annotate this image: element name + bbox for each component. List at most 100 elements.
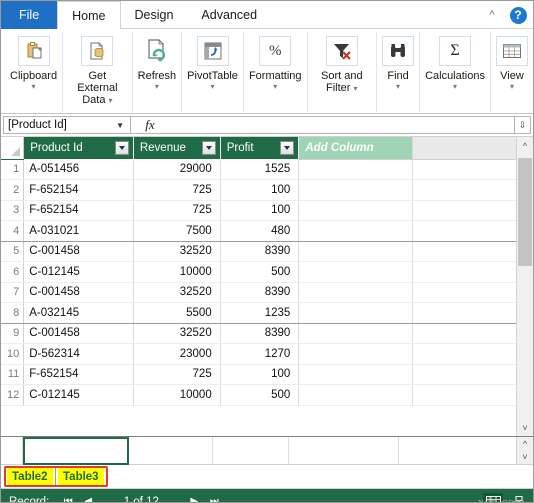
cell-profit[interactable]: 480 xyxy=(220,220,300,242)
cell-profit[interactable]: 8390 xyxy=(220,241,300,262)
ribbon-group-formatting[interactable]: % Formatting ▾ xyxy=(244,32,308,112)
nav-prev-icon[interactable]: ◀ xyxy=(78,491,98,502)
chevron-down-icon[interactable]: ▾ xyxy=(211,83,215,91)
sheet-tab-table2[interactable]: Table2 xyxy=(7,468,53,485)
cell-product-id[interactable]: D-562314 xyxy=(23,343,134,365)
table-row[interactable]: 12 C-012145 10000 500 xyxy=(1,384,516,406)
cell-revenue[interactable]: 10000 xyxy=(133,261,221,283)
ribbon-group-get-external-data[interactable]: Get External Data ▾ xyxy=(63,32,133,112)
table-row[interactable]: 11 F-652154 725 100 xyxy=(1,364,516,385)
cell-profit[interactable]: 8390 xyxy=(220,282,300,303)
nav-first-icon[interactable]: ⏮ xyxy=(58,491,78,502)
chevron-down-icon[interactable]: ▾ xyxy=(510,83,514,91)
column-header-product-id[interactable]: Product Id xyxy=(23,137,134,159)
cell-profit[interactable]: 8390 xyxy=(220,323,300,344)
table-row[interactable]: 4 A-031021 7500 480 xyxy=(1,220,516,242)
ribbon-group-clipboard[interactable]: Clipboard ▾ xyxy=(5,32,64,112)
chevron-down-icon[interactable]: ▾ xyxy=(273,83,277,91)
new-row-cell-profit[interactable] xyxy=(213,437,289,465)
tab-file[interactable]: File xyxy=(1,1,58,29)
grid-vertical-scrollbar[interactable]: ^ ˅ xyxy=(516,137,533,436)
grid-view-icon[interactable] xyxy=(483,493,503,502)
tab-design[interactable]: Design xyxy=(121,1,188,29)
filter-dropdown-icon[interactable] xyxy=(280,141,295,155)
new-row-cell-add-column[interactable] xyxy=(289,437,399,465)
table-row[interactable]: 8 A-032145 5500 1235 xyxy=(1,302,516,324)
cell-add-column[interactable] xyxy=(298,323,414,344)
filter-dropdown-icon[interactable] xyxy=(114,141,129,155)
active-cell[interactable] xyxy=(23,437,129,465)
ribbon-group-find[interactable]: Find ▾ xyxy=(377,32,421,112)
chevron-down-icon[interactable]: ▾ xyxy=(32,83,36,91)
cell-profit[interactable]: 100 xyxy=(220,200,300,221)
cell-profit[interactable]: 1525 xyxy=(220,159,300,180)
cell-product-id[interactable]: C-012145 xyxy=(23,261,134,283)
cell-profit[interactable]: 1235 xyxy=(220,302,300,324)
chevron-down-icon[interactable]: ▼ xyxy=(116,121,126,130)
cell-revenue[interactable]: 725 xyxy=(133,179,221,201)
table-row[interactable]: 3 F-652154 725 100 xyxy=(1,200,516,221)
cell-add-column[interactable] xyxy=(298,200,414,221)
cell-add-column[interactable] xyxy=(298,302,414,324)
cell-revenue[interactable]: 32520 xyxy=(133,323,221,344)
cell-add-column[interactable] xyxy=(298,384,414,406)
diagram-view-icon[interactable] xyxy=(507,493,527,502)
scroll-down-button[interactable]: ˅ xyxy=(517,450,533,464)
filter-dropdown-icon[interactable] xyxy=(201,141,216,155)
chevron-down-icon[interactable]: ▾ xyxy=(109,96,113,105)
chevron-up-icon[interactable]: ^ xyxy=(481,1,503,29)
ribbon-group-view[interactable]: View ▾ xyxy=(491,32,533,112)
chevron-down-icon[interactable]: ▾ xyxy=(354,84,358,93)
sheet-tab-table3[interactable]: Table3 xyxy=(58,468,104,485)
cell-profit[interactable]: 500 xyxy=(220,261,300,283)
cell-add-column[interactable] xyxy=(298,241,414,262)
cell-profit[interactable]: 500 xyxy=(220,384,300,406)
scroll-up-button[interactable]: ^ xyxy=(517,437,533,451)
cell-product-id[interactable]: F-652154 xyxy=(23,364,134,385)
cell-revenue[interactable]: 29000 xyxy=(133,159,221,180)
column-header-profit[interactable]: Profit xyxy=(220,137,300,159)
ribbon-group-calculations[interactable]: Σ Calculations ▾ xyxy=(420,32,491,112)
cell-revenue[interactable]: 23000 xyxy=(133,343,221,365)
cell-add-column[interactable] xyxy=(298,343,414,365)
cell-product-id[interactable]: A-031021 xyxy=(23,220,134,242)
cell-add-column[interactable] xyxy=(298,282,414,303)
cell-add-column[interactable] xyxy=(298,261,414,283)
cell-product-id[interactable]: C-001458 xyxy=(23,282,134,303)
cell-revenue[interactable]: 7500 xyxy=(133,220,221,242)
cell-product-id[interactable]: C-001458 xyxy=(23,241,134,262)
cell-add-column[interactable] xyxy=(298,364,414,385)
table-row[interactable]: 7 C-001458 32520 8390 xyxy=(1,282,516,303)
table-row[interactable]: 5 C-001458 32520 8390 xyxy=(1,241,516,262)
cell-revenue[interactable]: 725 xyxy=(133,200,221,221)
cell-revenue[interactable]: 5500 xyxy=(133,302,221,324)
tab-home[interactable]: Home xyxy=(57,1,121,29)
ribbon-group-pivottable[interactable]: PivotTable ▾ xyxy=(182,32,244,112)
chevron-down-icon[interactable]: ▾ xyxy=(155,83,159,91)
scroll-up-button[interactable]: ^ xyxy=(517,137,533,154)
table-row[interactable]: 9 C-001458 32520 8390 xyxy=(1,323,516,344)
cell-product-id[interactable]: C-012145 xyxy=(23,384,134,406)
cell-product-id[interactable]: A-051456 xyxy=(23,159,134,180)
new-row-cell-revenue[interactable] xyxy=(129,437,213,465)
scrollbar-track[interactable] xyxy=(517,154,533,419)
nav-last-icon[interactable]: ⏭ xyxy=(204,491,224,502)
cell-add-column[interactable] xyxy=(298,159,414,180)
cell-profit[interactable]: 1270 xyxy=(220,343,300,365)
add-column-header[interactable]: Add Column xyxy=(298,137,414,160)
chevron-double-down-icon[interactable]: ⇩ xyxy=(515,116,531,134)
ribbon-group-sort-and-filter[interactable]: Sort and Filter ▾ xyxy=(308,32,378,112)
cell-profit[interactable]: 100 xyxy=(220,364,300,385)
select-all-triangle-icon[interactable] xyxy=(1,137,25,160)
table-row[interactable]: 1 A-051456 29000 1525 xyxy=(1,159,516,180)
formula-input[interactable] xyxy=(169,116,515,134)
cell-product-id[interactable]: F-652154 xyxy=(23,179,134,201)
ribbon-group-refresh[interactable]: Refresh ▾ xyxy=(133,32,183,112)
cell-add-column[interactable] xyxy=(298,179,414,201)
name-box[interactable]: [Product Id] ▼ xyxy=(3,116,131,134)
insert-function-button[interactable]: fx xyxy=(131,116,169,134)
chevron-down-icon[interactable]: ▾ xyxy=(396,83,400,91)
table-row[interactable]: 10 D-562314 23000 1270 xyxy=(1,343,516,365)
scroll-down-button[interactable]: ˅ xyxy=(517,419,533,436)
column-header-revenue[interactable]: Revenue xyxy=(133,137,221,159)
